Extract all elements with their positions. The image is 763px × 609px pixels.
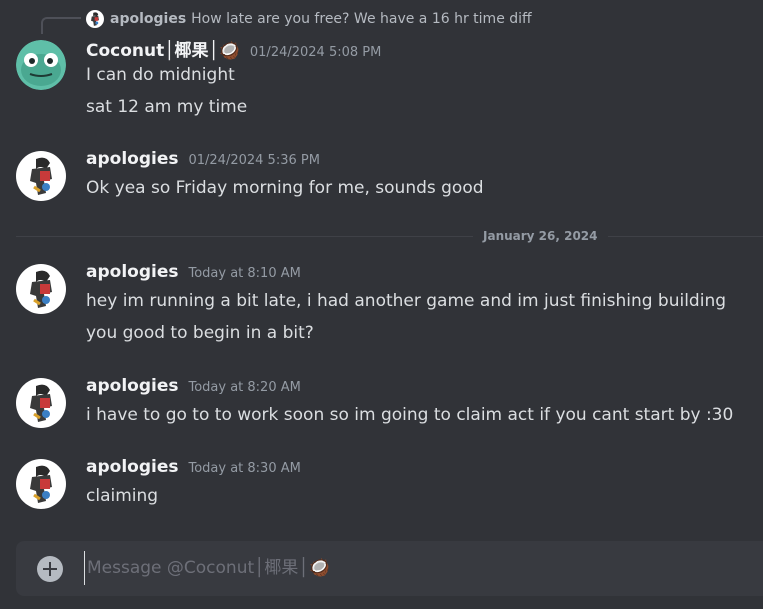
date-divider	[16, 236, 763, 237]
message-input[interactable]	[84, 551, 747, 585]
message-username[interactable]: apologies	[86, 262, 178, 282]
message-username[interactable]: Coconut│椰果│🥥	[86, 36, 240, 61]
apologies-avatar[interactable]	[16, 151, 66, 201]
message-timestamp[interactable]: Today at 8:10 AM	[188, 266, 300, 281]
message-timestamp[interactable]: Today at 8:30 AM	[188, 461, 300, 476]
message-line: sat 12 am my time	[86, 97, 248, 117]
reply-username[interactable]: apologies	[110, 11, 186, 27]
reply-reference[interactable]: apologies How late are you free? We have…	[86, 8, 532, 30]
chat-view: apologies How late are you free? We have…	[0, 0, 763, 609]
message-line: claiming	[86, 486, 159, 506]
apologies-avatar[interactable]	[16, 264, 66, 314]
reply-connector	[41, 17, 81, 34]
reply-avatar[interactable]	[86, 10, 104, 28]
apologies-avatar[interactable]	[16, 378, 66, 428]
message-line: I can do midnight	[86, 65, 235, 85]
message-timestamp[interactable]: 01/24/2024 5:36 PM	[188, 153, 319, 168]
message-line: i have to go to to work soon so im going…	[86, 405, 734, 425]
message-line: Ok yea so Friday morning for me, sounds …	[86, 178, 484, 198]
message-username[interactable]: apologies	[86, 376, 178, 396]
message-username[interactable]: apologies	[86, 149, 178, 169]
coconut-avatar[interactable]	[16, 40, 66, 90]
message-timestamp[interactable]: Today at 8:20 AM	[188, 380, 300, 395]
message-timestamp[interactable]: 01/24/2024 5:08 PM	[250, 45, 381, 60]
apologies-avatar[interactable]	[16, 459, 66, 509]
message-composer	[16, 541, 763, 596]
message-line: you good to begin in a bit?	[86, 323, 314, 343]
plus-circle-icon[interactable]	[37, 556, 63, 582]
message-username[interactable]: apologies	[86, 457, 178, 477]
reply-text[interactable]: How late are you free? We have a 16 hr t…	[191, 11, 532, 27]
date-divider-label: January 26, 2024	[473, 228, 608, 245]
message-line: hey im running a bit late, i had another…	[86, 291, 727, 311]
